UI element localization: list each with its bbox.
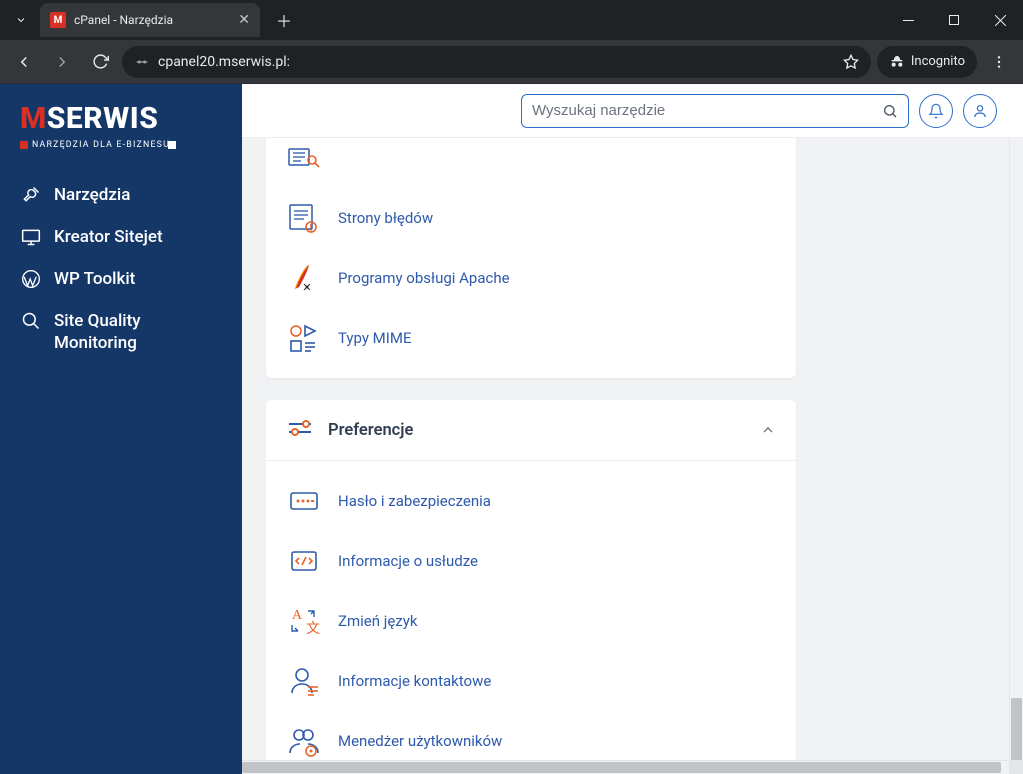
sidebar-nav: Narzędzia Kreator Sitejet WP Toolkit Sit… (0, 174, 242, 364)
search-icon[interactable] (882, 103, 898, 119)
close-tab-icon[interactable]: ✕ (238, 12, 250, 28)
window-controls (885, 0, 1023, 40)
password-icon (286, 483, 322, 519)
sliders-icon (286, 416, 314, 444)
logo-text: MSERWIS (20, 104, 222, 134)
url-field[interactable]: cpanel20.mserwis.pl: (122, 46, 871, 78)
tool-link[interactable]: Informacje kontaktowe (338, 672, 491, 690)
mime-shapes-icon (286, 320, 322, 356)
tool-link[interactable]: Informacje o usłudze (338, 552, 478, 570)
browser-menu-button[interactable] (983, 46, 1015, 78)
back-button[interactable] (8, 46, 40, 78)
vertical-scrollbar[interactable] (1009, 138, 1023, 760)
tool-item-password[interactable]: Hasło i zabezpieczenia (266, 471, 796, 531)
panel-upper: Strony błędów Programy obsługi Apache Ty… (266, 138, 796, 378)
scrollbar-thumb[interactable] (242, 762, 1001, 773)
svg-text:A: A (292, 608, 303, 623)
new-tab-button[interactable]: ＋ (268, 2, 300, 38)
sidebar-item-wptoolkit[interactable]: WP Toolkit (0, 258, 242, 300)
tool-item-serviceinfo[interactable]: Informacje o usłudze (266, 531, 796, 591)
incognito-label: Incognito (911, 54, 965, 69)
address-bar: cpanel20.mserwis.pl: Incognito (0, 40, 1023, 84)
content-area: Strony błędów Programy obsługi Apache Ty… (242, 84, 1023, 774)
bookmark-button[interactable] (843, 54, 859, 70)
tool-link[interactable]: Zmień język (338, 612, 417, 630)
contact-icon (286, 663, 322, 699)
logo-subtitle: NARZĘDZIA DLA E-BIZNESU (20, 140, 222, 150)
magnifier-icon (20, 310, 42, 332)
titlebar: M cPanel - Narzędzia ✕ ＋ (0, 0, 1023, 40)
sidebar-item-sitejet[interactable]: Kreator Sitejet (0, 216, 242, 258)
mserwis-favicon-icon: M (50, 12, 66, 28)
sidebar-item-sitequality[interactable]: Site Quality Monitoring (0, 300, 242, 364)
sidebar-item-label: Kreator Sitejet (54, 226, 163, 248)
panel-title: Preferencje (328, 421, 746, 440)
sidebar-item-label: Site Quality Monitoring (54, 310, 222, 354)
browser-tab[interactable]: M cPanel - Narzędzia ✕ (40, 3, 260, 37)
tool-link[interactable]: Strony błędów (338, 209, 433, 227)
browser-window: M cPanel - Narzędzia ✕ ＋ cpanel20.mserwi… (0, 0, 1023, 774)
monitor-icon (20, 226, 42, 248)
scroll-area: Strony błędów Programy obsługi Apache Ty… (242, 138, 1009, 760)
maximize-button[interactable] (931, 0, 977, 40)
tool-item-apache[interactable]: Programy obsługi Apache (266, 248, 796, 308)
url-text: cpanel20.mserwis.pl: (158, 54, 290, 70)
reload-button[interactable] (84, 46, 116, 78)
search-box[interactable] (521, 94, 909, 128)
search-input[interactable] (532, 102, 882, 119)
tool-item-contact[interactable]: Informacje kontaktowe (266, 651, 796, 711)
tool-link[interactable]: Hasło i zabezpieczenia (338, 492, 491, 510)
sidebar-item-label: WP Toolkit (54, 268, 135, 290)
forward-button[interactable] (46, 46, 78, 78)
tools-icon (20, 184, 42, 206)
tool-item-language[interactable]: A文 Zmień język (266, 591, 796, 651)
svg-text:文: 文 (306, 621, 320, 637)
incognito-icon (889, 54, 905, 70)
document-search-icon (286, 140, 322, 176)
pref-items: Hasło i zabezpieczenia Informacje o usłu… (266, 460, 796, 760)
site-info-icon[interactable] (134, 54, 150, 70)
topbar (242, 84, 1023, 138)
tool-link[interactable]: Menedżer użytkowników (338, 732, 502, 750)
sidebar-item-label: Narzędzia (54, 184, 130, 206)
wordpress-icon (20, 268, 42, 290)
error-pages-icon (286, 200, 322, 236)
sidebar: MSERWIS NARZĘDZIA DLA E-BIZNESU Narzędzi… (0, 84, 242, 774)
tab-list-dropdown-icon[interactable] (10, 9, 32, 31)
account-button[interactable] (963, 94, 997, 128)
scrollbar-corner (1009, 760, 1023, 774)
logo[interactable]: MSERWIS NARZĘDZIA DLA E-BIZNESU (0, 84, 242, 174)
language-icon: A文 (286, 603, 322, 639)
tool-item-error-pages[interactable]: Strony błędów (266, 188, 796, 248)
incognito-badge[interactable]: Incognito (877, 46, 977, 78)
code-icon (286, 543, 322, 579)
tool-link[interactable]: Programy obsługi Apache (338, 269, 510, 287)
horizontal-scrollbar[interactable] (242, 760, 1009, 774)
minimize-button[interactable] (885, 0, 931, 40)
sidebar-item-narzedzia[interactable]: Narzędzia (0, 174, 242, 216)
chevron-up-icon[interactable] (760, 422, 776, 438)
tool-item-usermanager[interactable]: Menedżer użytkowników (266, 711, 796, 760)
tool-item-mime[interactable]: Typy MIME (266, 308, 796, 368)
user-manager-icon (286, 723, 322, 759)
notifications-button[interactable] (919, 94, 953, 128)
page-viewport: MSERWIS NARZĘDZIA DLA E-BIZNESU Narzędzi… (0, 84, 1023, 774)
panel-header-preferencje[interactable]: Preferencje (266, 400, 796, 460)
panel-preferencje: Preferencje Hasło i zabezpieczenia Infor… (266, 400, 796, 760)
apache-feather-icon (286, 260, 322, 296)
tool-link[interactable]: Typy MIME (338, 329, 411, 347)
close-window-button[interactable] (977, 0, 1023, 40)
tool-item-partial[interactable] (266, 138, 796, 188)
tab-title: cPanel - Narzędzia (74, 13, 238, 27)
